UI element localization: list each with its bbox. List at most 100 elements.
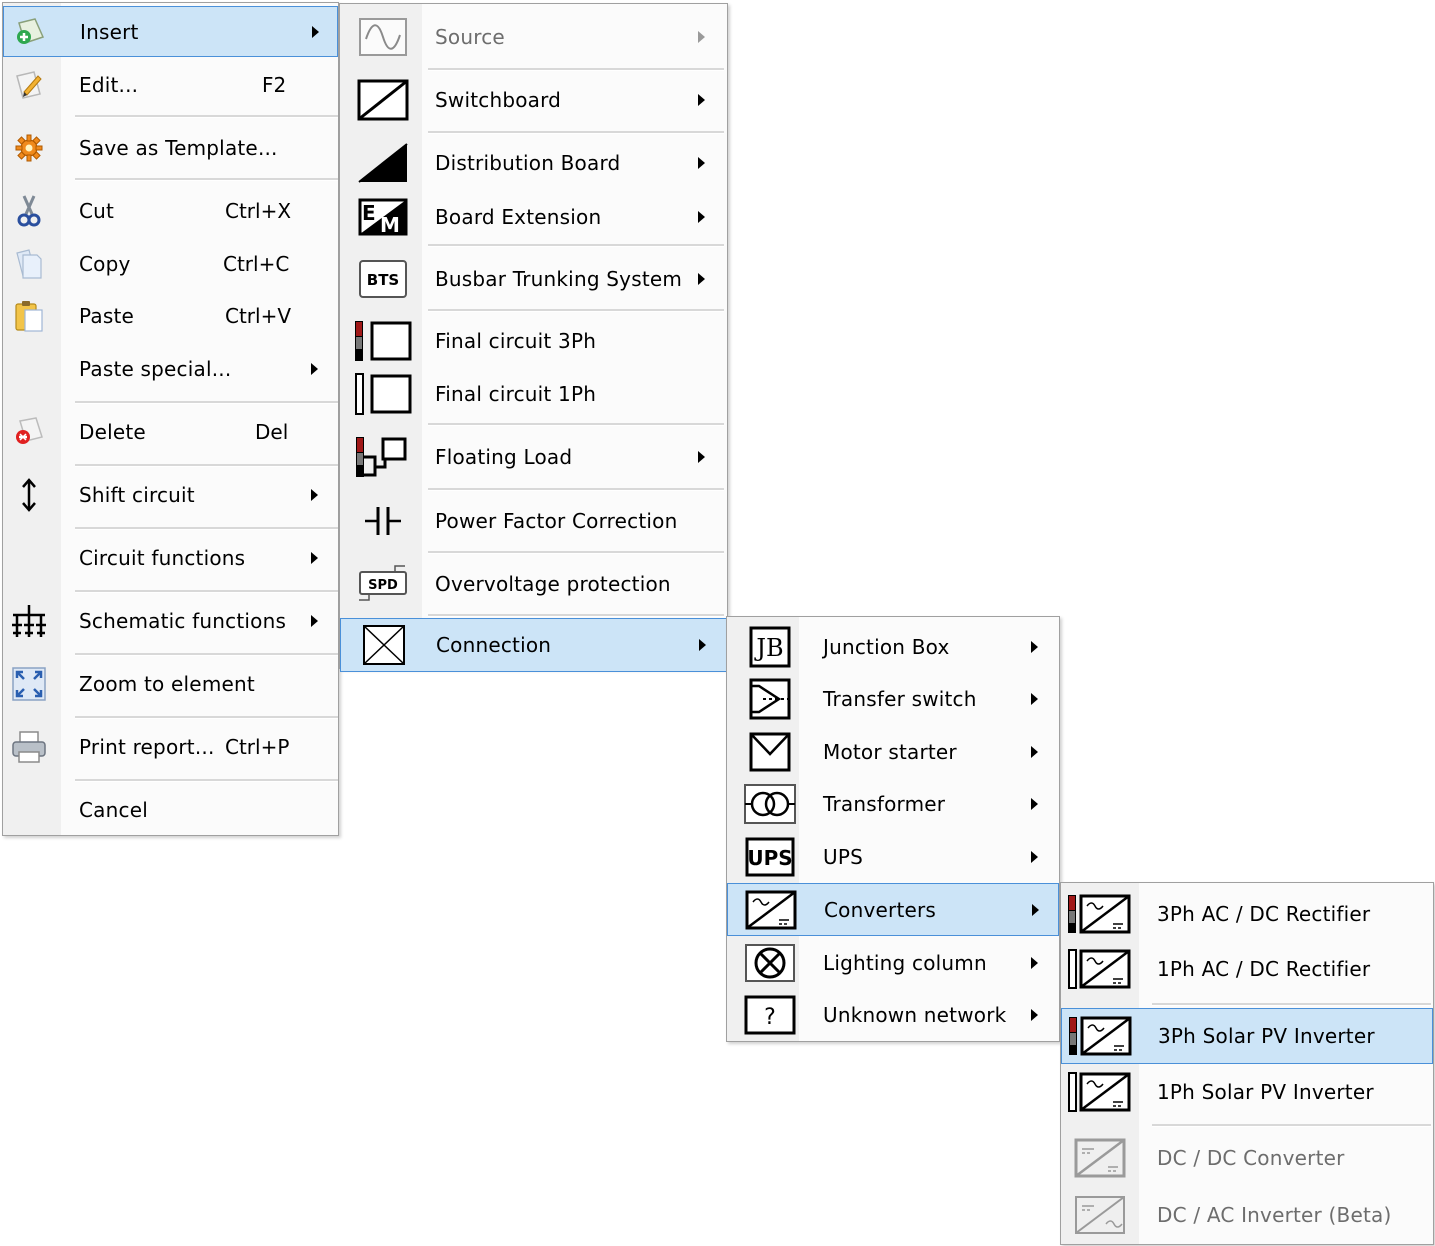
menu-item-delete[interactable]: Delete Del xyxy=(3,404,338,459)
menu-item-paste[interactable]: Paste Ctrl+V xyxy=(3,290,338,342)
menu-item-cancel[interactable]: Cancel xyxy=(3,782,338,837)
transformer-icon xyxy=(743,783,797,825)
menu-item-label: Board Extension xyxy=(435,204,602,229)
menu-separator xyxy=(428,309,724,312)
menu-item-shift-circuit[interactable]: Shift circuit xyxy=(3,467,338,522)
submenu-arrow-icon xyxy=(1032,903,1039,916)
menu-item-save-as-template[interactable]: Save as Template... xyxy=(3,120,338,175)
menu-item-label: DC / DC Converter xyxy=(1157,1145,1345,1170)
menu-item-transformer[interactable]: Transformer xyxy=(727,778,1059,830)
menu-item-converters[interactable]: Converters xyxy=(727,883,1059,936)
menu-separator xyxy=(1152,1124,1431,1127)
motor-starter-icon xyxy=(749,732,791,772)
connection-submenu: JB Junction Box Transfer switch Motor start… xyxy=(726,616,1060,1042)
converters-submenu: 3Ph AC / DC Rectifier 1Ph AC / DC Rectifi… xyxy=(1060,882,1434,1245)
menu-item-cut[interactable]: Cut Ctrl+X xyxy=(3,183,338,238)
menu-item-label: UPS xyxy=(823,844,863,869)
menu-item-label: Circuit functions xyxy=(79,545,246,570)
menu-item-3ph-ac-dc-rectifier[interactable]: 3Ph AC / DC Rectifier xyxy=(1061,886,1433,941)
menu-item-final-circuit-1ph[interactable]: Final circuit 1Ph xyxy=(340,367,727,420)
menu-item-distribution-board[interactable]: Distribution Board xyxy=(340,135,727,190)
menu-item-transfer-switch[interactable]: Transfer switch xyxy=(727,673,1059,725)
menu-item-motor-starter[interactable]: Motor starter xyxy=(727,725,1059,778)
menu-item-label: Unknown network xyxy=(823,1003,1007,1027)
template-gear-icon xyxy=(14,133,44,163)
menu-item-dc-ac-inverter-beta[interactable]: DC / AC Inverter (Beta) xyxy=(1061,1187,1433,1243)
menu-separator xyxy=(428,244,724,247)
menu-item-floating-load[interactable]: Floating Load xyxy=(340,428,727,485)
submenu-arrow-icon xyxy=(698,210,705,223)
submenu-arrow-icon xyxy=(312,25,319,38)
menu-item-1ph-solar-pv-inverter[interactable]: 1Ph Solar PV Inverter xyxy=(1061,1064,1433,1120)
menu-item-overvoltage-protection[interactable]: SPD Overvoltage protection xyxy=(340,556,727,611)
dc-dc-converter-icon xyxy=(1072,1137,1128,1179)
menu-item-label: Motor starter xyxy=(823,739,957,764)
zoom-fit-icon xyxy=(11,666,47,702)
menu-separator xyxy=(1152,1003,1431,1006)
menu-item-lighting-column[interactable]: Lighting column xyxy=(727,936,1059,989)
menu-item-print-report[interactable]: Print report... Ctrl+P xyxy=(3,719,338,774)
schematic-icon xyxy=(9,603,49,639)
menu-item-shortcut: Ctrl+C xyxy=(223,252,290,276)
menu-separator xyxy=(428,551,724,554)
menu-item-circuit-functions[interactable]: Circuit functions xyxy=(3,530,338,585)
menu-item-label: DC / AC Inverter (Beta) xyxy=(1157,1203,1392,1227)
floating-load-icon xyxy=(355,435,411,479)
menu-item-label: 3Ph AC / DC Rectifier xyxy=(1157,901,1371,926)
edit-pencil-icon xyxy=(12,68,46,102)
menu-item-final-circuit-3ph[interactable]: Final circuit 3Ph xyxy=(340,314,727,367)
menu-item-ups[interactable]: UPS UPS xyxy=(727,830,1059,883)
submenu-arrow-icon xyxy=(311,488,318,501)
menu-item-3ph-solar-pv-inverter[interactable]: 3Ph Solar PV Inverter xyxy=(1061,1008,1433,1064)
submenu-arrow-icon xyxy=(1031,1009,1038,1021)
svg-text:SPD: SPD xyxy=(368,578,398,593)
menu-separator xyxy=(75,178,338,181)
menu-item-power-factor-correction[interactable]: Power Factor Correction xyxy=(340,493,727,548)
submenu-arrow-icon xyxy=(698,156,705,169)
menu-item-shortcut: Ctrl+P xyxy=(225,734,290,759)
menu-item-switchboard[interactable]: Switchboard xyxy=(340,72,727,127)
menu-item-copy[interactable]: Copy Ctrl+C xyxy=(3,238,338,290)
menu-item-label: Final circuit 3Ph xyxy=(435,328,597,353)
submenu-arrow-icon xyxy=(698,30,705,43)
busbar-icon: BTS xyxy=(358,259,408,299)
menu-item-label: Zoom to element xyxy=(79,671,255,696)
svg-text:E: E xyxy=(362,201,376,225)
rectifier-1ph-icon xyxy=(1067,948,1133,990)
menu-item-paste-special[interactable]: Paste special... xyxy=(3,342,338,396)
rectifier-3ph-icon xyxy=(1067,893,1133,935)
menu-item-junction-box[interactable]: JB Junction Box xyxy=(727,621,1059,673)
submenu-arrow-icon xyxy=(698,272,705,285)
insert-icon xyxy=(13,15,47,49)
menu-item-unknown-network[interactable]: ? Unknown network xyxy=(727,989,1059,1041)
menu-item-label: Transformer xyxy=(823,792,946,816)
menu-item-label: Copy xyxy=(79,252,131,276)
svg-text:BTS: BTS xyxy=(367,271,399,289)
menu-item-connection[interactable]: Connection xyxy=(340,618,727,672)
menu-item-source[interactable]: Source xyxy=(340,9,727,64)
menu-item-1ph-ac-dc-rectifier[interactable]: 1Ph AC / DC Rectifier xyxy=(1061,941,1433,997)
submenu-arrow-icon xyxy=(311,614,318,627)
menu-item-label: Overvoltage protection xyxy=(435,571,671,596)
submenu-arrow-icon xyxy=(1031,641,1038,653)
connection-icon xyxy=(362,624,406,666)
menu-item-shortcut: Ctrl+V xyxy=(225,304,292,328)
svg-text:JB: JB xyxy=(753,634,783,662)
menu-item-zoom-to-element[interactable]: Zoom to element xyxy=(3,656,338,711)
menu-item-board-extension[interactable]: E M Board Extension xyxy=(340,190,727,243)
switchboard-icon xyxy=(357,79,409,121)
menu-item-schematic-functions[interactable]: Schematic functions xyxy=(3,593,338,648)
board-extension-icon: EM xyxy=(358,198,408,236)
menu-item-insert[interactable]: Insert xyxy=(3,6,338,57)
copy-icon xyxy=(13,247,45,281)
menu-item-dc-dc-converter[interactable]: DC / DC Converter xyxy=(1061,1128,1433,1187)
converter-icon xyxy=(745,890,797,930)
submenu-arrow-icon xyxy=(1031,956,1038,969)
menu-item-busbar-trunking-system[interactable]: BTS Busbar Trunking System xyxy=(340,251,727,306)
menu-separator xyxy=(75,115,338,118)
menu-item-edit[interactable]: Edit... F2 xyxy=(3,58,338,112)
menu-item-label: Busbar Trunking System xyxy=(435,266,683,291)
distribution-board-icon xyxy=(357,142,409,184)
menu-separator xyxy=(428,131,724,134)
menu-item-label: Paste xyxy=(79,304,134,328)
